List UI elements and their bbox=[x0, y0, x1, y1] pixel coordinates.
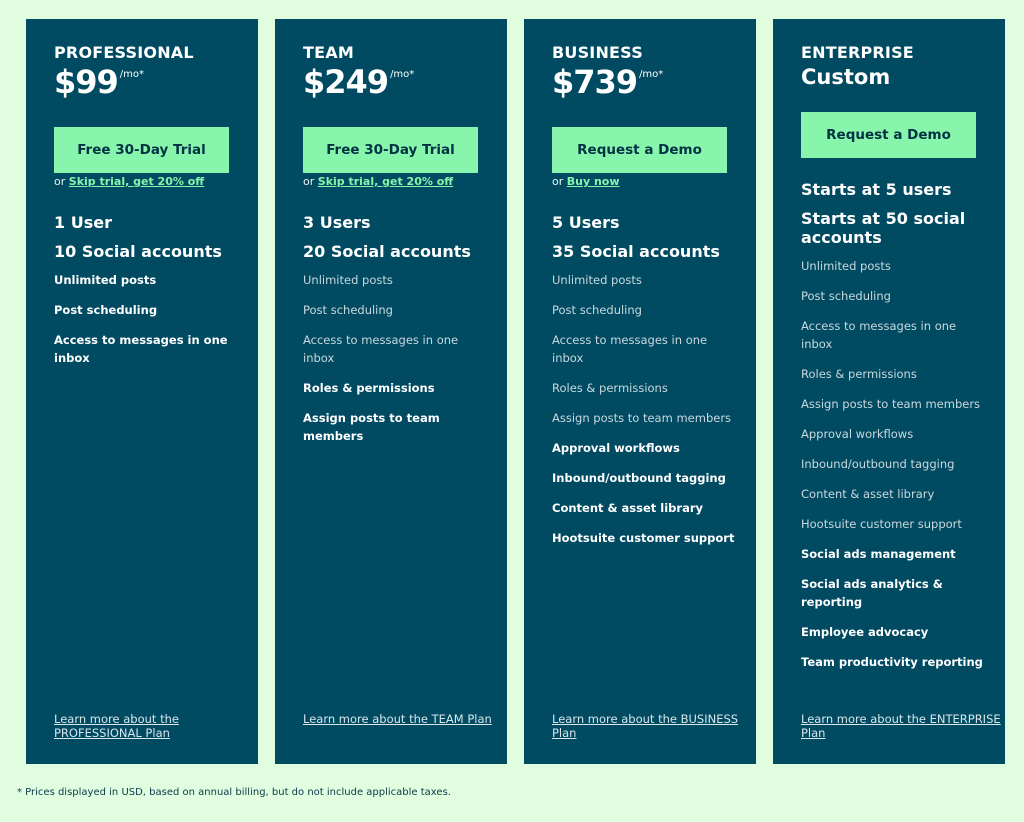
feature-item: Assign posts to team members bbox=[552, 411, 732, 425]
feature-list: Starts at 5 users Starts at 50 social acc… bbox=[801, 180, 985, 683]
feature-item: Approval workflows bbox=[801, 427, 914, 441]
feature-item: Team productivity reporting bbox=[801, 655, 983, 669]
sub-link-row: or Skip trial, get 20% off bbox=[54, 175, 205, 188]
feature-item: Approval workflows bbox=[552, 441, 680, 455]
feature-item: Post scheduling bbox=[801, 289, 891, 303]
plan-name: PROFESSIONAL bbox=[54, 43, 194, 62]
plan-card-professional: PROFESSIONAL $99/mo* Free 30-Day Trial o… bbox=[26, 19, 258, 764]
feature-item: Roles & permissions bbox=[801, 367, 917, 381]
plan-name: TEAM bbox=[303, 43, 354, 62]
feature-list: 3 Users 20 Social accounts Unlimited posts… bbox=[303, 213, 487, 457]
plan-name: ENTERPRISE bbox=[801, 43, 914, 62]
plan-headline: 1 User bbox=[54, 213, 112, 232]
feature-item: Unlimited posts bbox=[552, 273, 642, 287]
request-demo-button[interactable]: Request a Demo bbox=[552, 127, 727, 173]
plan-price: $249/mo* bbox=[303, 63, 415, 101]
sub-link-row: or Buy now bbox=[552, 175, 620, 188]
plan-headline: 3 Users bbox=[303, 213, 371, 232]
feature-item: Access to messages in one inbox bbox=[54, 333, 228, 365]
sub-link-row: or Skip trial, get 20% off bbox=[303, 175, 454, 188]
plan-card-enterprise: ENTERPRISE Custom Request a Demo Starts … bbox=[773, 19, 1005, 764]
feature-item: Inbound/outbound tagging bbox=[801, 457, 955, 471]
feature-item: Post scheduling bbox=[552, 303, 642, 317]
buy-now-link[interactable]: Buy now bbox=[567, 175, 620, 188]
feature-item: Access to messages in one inbox bbox=[303, 333, 459, 365]
learn-more-link[interactable]: Learn more about the TEAM Plan bbox=[303, 712, 492, 726]
plan-headline: Starts at 50 social accounts bbox=[801, 209, 966, 247]
feature-item: Social ads management bbox=[801, 547, 956, 561]
feature-item: Inbound/outbound tagging bbox=[552, 471, 726, 485]
skip-trial-link[interactable]: Skip trial, get 20% off bbox=[318, 175, 453, 188]
plan-headline: 20 Social accounts bbox=[303, 242, 471, 261]
plan-name: BUSINESS bbox=[552, 43, 643, 62]
feature-item: Roles & permissions bbox=[303, 381, 435, 395]
feature-item: Content & asset library bbox=[801, 487, 935, 501]
learn-more-link[interactable]: Learn more about the BUSINESS Plan bbox=[552, 712, 756, 740]
feature-item: Employee advocacy bbox=[801, 625, 929, 639]
feature-item: Assign posts to team members bbox=[801, 397, 981, 411]
footnote: * Prices displayed in USD, based on annu… bbox=[17, 787, 451, 798]
feature-item: Social ads analytics & reporting bbox=[801, 577, 943, 609]
plan-price: $739/mo* bbox=[552, 63, 664, 101]
plan-headline: Starts at 5 users bbox=[801, 180, 952, 199]
plan-price: Custom bbox=[801, 65, 891, 89]
feature-item: Hootsuite customer support bbox=[801, 517, 962, 531]
feature-list: 5 Users 35 Social accounts Unlimited posts… bbox=[552, 213, 736, 559]
plan-headline: 5 Users bbox=[552, 213, 620, 232]
learn-more-link[interactable]: Learn more about the PROFESSIONAL Plan bbox=[54, 712, 258, 740]
feature-item: Unlimited posts bbox=[303, 273, 393, 287]
feature-list: 1 User 10 Social accounts Unlimited posts P… bbox=[54, 213, 238, 379]
plan-price: $99/mo* bbox=[54, 63, 145, 101]
skip-trial-link[interactable]: Skip trial, get 20% off bbox=[69, 175, 204, 188]
feature-item: Access to messages in one inbox bbox=[552, 333, 708, 365]
free-trial-button[interactable]: Free 30-Day Trial bbox=[303, 127, 478, 173]
feature-item: Access to messages in one inbox bbox=[801, 319, 957, 351]
feature-item: Post scheduling bbox=[54, 303, 158, 317]
request-demo-button[interactable]: Request a Demo bbox=[801, 112, 976, 158]
feature-item: Post scheduling bbox=[303, 303, 393, 317]
plan-card-team: TEAM $249/mo* Free 30-Day Trial or Skip … bbox=[275, 19, 507, 764]
plan-card-business: BUSINESS $739/mo* Request a Demo or Buy … bbox=[524, 19, 756, 764]
free-trial-button[interactable]: Free 30-Day Trial bbox=[54, 127, 229, 173]
feature-item: Unlimited posts bbox=[54, 273, 157, 287]
plan-headline: 10 Social accounts bbox=[54, 242, 222, 261]
feature-item: Roles & permissions bbox=[552, 381, 668, 395]
learn-more-link[interactable]: Learn more about the ENTERPRISE Plan bbox=[801, 712, 1005, 740]
feature-item: Unlimited posts bbox=[801, 259, 891, 273]
plan-headline: 35 Social accounts bbox=[552, 242, 720, 261]
feature-item: Hootsuite customer support bbox=[552, 531, 735, 545]
feature-item: Content & asset library bbox=[552, 501, 704, 515]
feature-item: Assign posts to team members bbox=[303, 411, 440, 443]
